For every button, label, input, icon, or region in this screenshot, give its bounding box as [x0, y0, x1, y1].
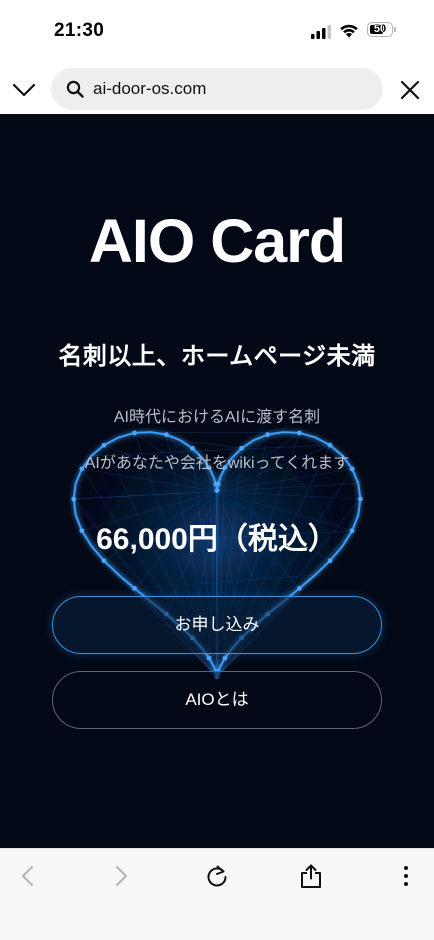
apply-button[interactable]: お申し込み	[52, 596, 382, 654]
status-bar: 21:30 50	[0, 0, 434, 64]
web-content: AIO Card 名刺以上、ホームページ未満 AI時代におけるAIに渡す名刺 A…	[0, 114, 434, 848]
description-line-1: AI時代におけるAIに渡す名刺	[113, 409, 321, 426]
back-arrow-icon[interactable]	[15, 863, 41, 889]
price-label: 66,000円（税込）	[96, 523, 338, 556]
battery-tip	[394, 27, 396, 32]
chevron-down-icon[interactable]	[10, 76, 38, 104]
about-aio-button[interactable]: AIOとは	[52, 671, 382, 729]
reload-icon[interactable]	[204, 863, 230, 889]
signal-icon	[311, 25, 331, 39]
wifi-icon	[340, 24, 358, 38]
phone-screen: 21:30 50 ai-door-os.com AIO Card 名刺以上、ホー…	[0, 0, 434, 940]
page-title: AIO Card	[88, 207, 346, 275]
battery-icon: 50	[367, 22, 398, 39]
status-time: 21:30	[54, 20, 105, 41]
share-icon[interactable]	[298, 863, 324, 889]
forward-arrow-icon[interactable]	[108, 863, 134, 889]
search-icon	[66, 80, 84, 98]
browser-toolbar	[0, 848, 434, 940]
battery-level: 50	[373, 23, 387, 35]
tagline: 名刺以上、ホームページ未満	[58, 343, 376, 370]
url-text: ai-door-os.com	[93, 79, 207, 98]
browser-url-bar: ai-door-os.com	[0, 64, 434, 114]
address-field[interactable]: ai-door-os.com	[51, 68, 383, 110]
more-icon[interactable]	[393, 863, 419, 889]
close-icon[interactable]	[396, 76, 424, 104]
description-line-2: AIがあなたや会社をwikiってくれます	[84, 455, 350, 472]
